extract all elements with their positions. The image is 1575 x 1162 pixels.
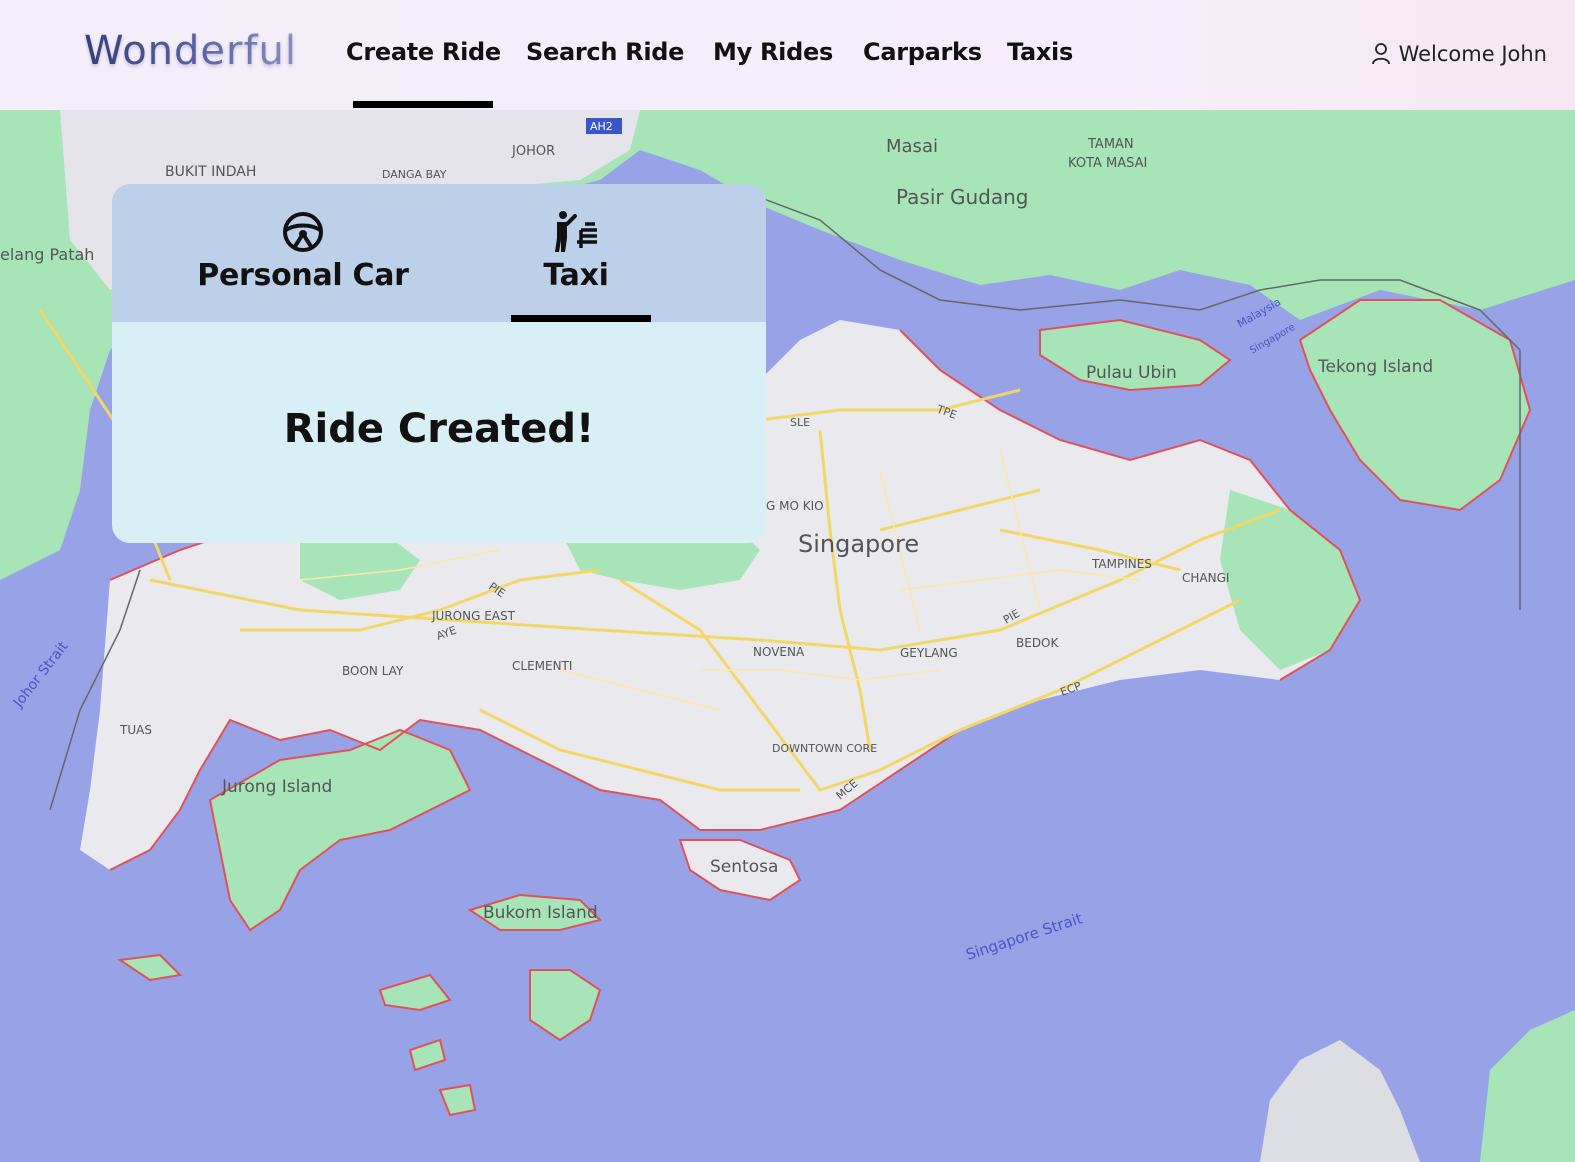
steering-wheel-icon: [283, 212, 323, 252]
tab-personal-car[interactable]: Personal Car: [192, 184, 414, 322]
map-label-singapore: Singapore: [798, 530, 919, 558]
user-menu[interactable]: Welcome John: [1371, 42, 1547, 66]
map-label-geylang: GEYLANG: [900, 646, 958, 660]
map-label-tampines: TAMPINES: [1091, 557, 1152, 571]
ride-created-message: Ride Created!: [283, 406, 595, 452]
ride-type-tabs: Personal Car Taxi: [112, 184, 766, 322]
map-label-changi: CHANGI: [1182, 571, 1229, 585]
map-label-pulau-ubin: Pulau Ubin: [1086, 363, 1177, 383]
map-label-johor: JOHOR: [511, 144, 555, 159]
nav-search-ride[interactable]: Search Ride: [526, 38, 684, 66]
map-label-sle: SLE: [790, 416, 810, 429]
map-label-novena: NOVENA: [753, 645, 805, 659]
map-label-jurong-east: JURONG EAST: [431, 609, 516, 623]
map-label-pasir-gudang: Pasir Gudang: [896, 185, 1028, 209]
map-label-bukom-island: Bukom Island: [483, 903, 598, 923]
map-label-masai: Masai: [886, 136, 938, 157]
map-label-taman: TAMAN: [1087, 137, 1134, 152]
map-label-ah2: AH2: [590, 120, 613, 133]
tab-personal-car-label: Personal Car: [197, 258, 409, 293]
map-label-downtown-core: DOWNTOWN CORE: [772, 742, 877, 755]
tab-taxi[interactable]: Taxi: [512, 184, 640, 322]
map-label-bukit-indah: BUKIT INDAH: [165, 164, 256, 180]
nav-taxis[interactable]: Taxis: [1007, 38, 1073, 66]
map-label-ang-mo-kio: G MO KIO: [766, 499, 824, 513]
map-label-clementi: CLEMENTI: [512, 659, 572, 673]
nav-create-ride[interactable]: Create Ride: [346, 38, 501, 66]
welcome-text: Welcome John: [1398, 42, 1547, 66]
app-logo[interactable]: Wonderful: [84, 28, 297, 74]
map-label-gelang-patah: elang Patah: [0, 245, 94, 264]
nav-my-rides[interactable]: My Rides: [713, 38, 833, 66]
active-tab-indicator: [511, 315, 651, 322]
map-label-tekong-island: Tekong Island: [1317, 357, 1433, 377]
map-label-sentosa: Sentosa: [710, 857, 778, 877]
nav-carparks[interactable]: Carparks: [863, 38, 982, 66]
map-label-bedok: BEDOK: [1016, 636, 1060, 650]
top-navbar: Wonderful Create Ride Search Ride My Rid…: [0, 0, 1575, 110]
active-nav-indicator: [353, 101, 493, 108]
map-label-danga-bay: DANGA BAY: [382, 168, 447, 181]
map-label-jurong-island: Jurong Island: [221, 777, 332, 797]
map-label-boon-lay: BOON LAY: [342, 664, 404, 678]
user-icon: [1371, 43, 1390, 65]
tab-taxi-label: Taxi: [543, 258, 609, 293]
create-ride-panel: Personal Car Taxi Ride Created!: [112, 184, 766, 543]
hail-taxi-icon: [555, 211, 597, 252]
map-label-tuas: TUAS: [119, 723, 152, 737]
map-label-kota-masai: KOTA MASAI: [1068, 156, 1147, 171]
